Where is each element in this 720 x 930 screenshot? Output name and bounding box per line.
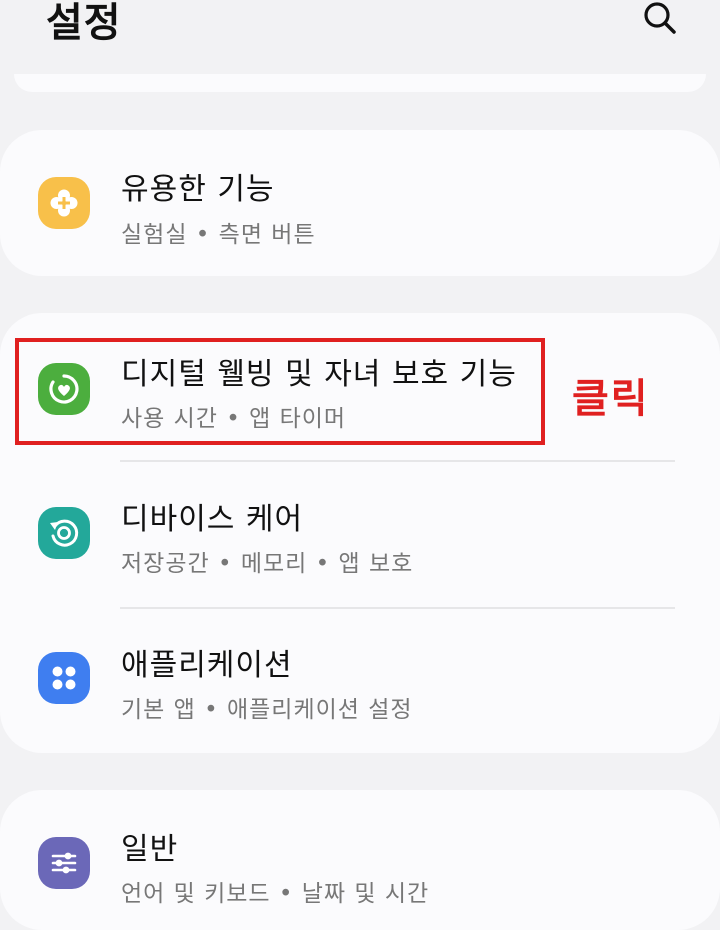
item-title: 애플리케이션 (121, 648, 293, 683)
settings-card-general: 일반 언어 및 키보드 • 날짜 및 시간 (0, 790, 720, 930)
sliders-icon (38, 837, 90, 889)
item-subtitle: 실험실 • 측면 버튼 (121, 222, 316, 248)
apps-grid-icon (38, 652, 90, 704)
settings-item-general[interactable]: 일반 언어 및 키보드 • 날짜 및 시간 (0, 790, 720, 930)
item-subtitle: 기본 앱 • 애플리케이션 설정 (121, 697, 413, 723)
card-sliver (14, 74, 706, 92)
item-title: 유용한 기능 (121, 172, 275, 207)
item-title: 일반 (121, 832, 179, 867)
item-title: 디바이스 케어 (121, 502, 304, 537)
puzzle-plus-icon (38, 177, 90, 229)
click-annotation: 클릭 (572, 376, 650, 422)
settings-item-useful-features[interactable]: 유용한 기능 실험실 • 측면 버튼 (0, 130, 720, 276)
search-icon[interactable] (640, 0, 680, 40)
settings-card-useful: 유용한 기능 실험실 • 측면 버튼 (0, 130, 720, 276)
header: 설정 (0, 0, 720, 60)
settings-item-device-care[interactable]: 디바이스 케어 저장공간 • 메모리 • 앱 보호 (0, 462, 720, 607)
item-subtitle: 저장공간 • 메모리 • 앱 보호 (121, 551, 414, 577)
device-care-icon (38, 507, 90, 559)
settings-item-applications[interactable]: 애플리케이션 기본 앱 • 애플리케이션 설정 (0, 609, 720, 753)
highlight-box (15, 338, 545, 445)
page-title: 설정 (46, 0, 122, 46)
